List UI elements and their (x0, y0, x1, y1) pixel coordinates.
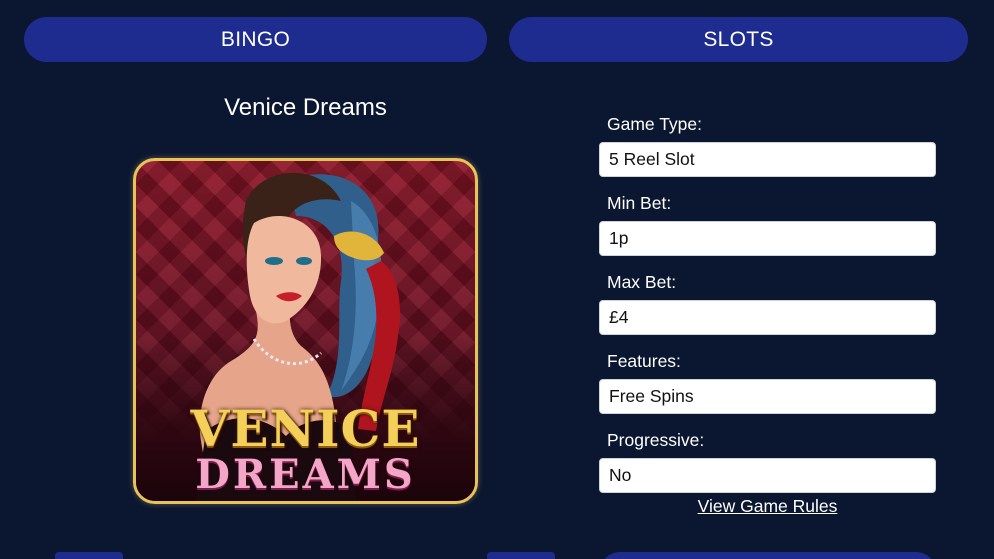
art-logo-venice: VENICE (190, 399, 421, 458)
bottom-button-partial-left[interactable] (55, 552, 123, 559)
game-type-value: 5 Reel Slot (599, 142, 936, 177)
min-bet-label: Min Bet: (607, 193, 672, 213)
nav-bingo-button[interactable]: BINGO (24, 17, 487, 62)
game-type-label: Game Type: (607, 114, 703, 134)
max-bet-value: £4 (599, 300, 936, 335)
game-info-panel: Game Type: 5 Reel Slot Min Bet: 1p Max B… (599, 110, 936, 505)
progressive-label: Progressive: (607, 430, 705, 450)
progressive-value: No (599, 458, 936, 493)
min-bet-value: 1p (599, 221, 936, 256)
game-detail-page: BINGO SLOTS Venice Dreams VENICE DREAMS … (0, 0, 994, 559)
nav-bingo-label: BINGO (220, 27, 291, 51)
max-bet-label: Max Bet: (607, 272, 677, 292)
nav-slots-label: SLOTS (703, 27, 774, 51)
nav-slots-button[interactable]: SLOTS (509, 17, 968, 62)
view-game-rules-link[interactable]: View Game Rules (599, 496, 936, 517)
features-value: Free Spins (599, 379, 936, 414)
art-logo-dreams: DREAMS (195, 451, 416, 498)
bottom-button-partial-right[interactable] (600, 552, 936, 559)
bottom-button-partial-middle[interactable] (487, 552, 555, 559)
game-title: Venice Dreams (224, 94, 387, 121)
game-artwork[interactable]: VENICE DREAMS (133, 158, 478, 504)
features-label: Features: (607, 351, 681, 371)
